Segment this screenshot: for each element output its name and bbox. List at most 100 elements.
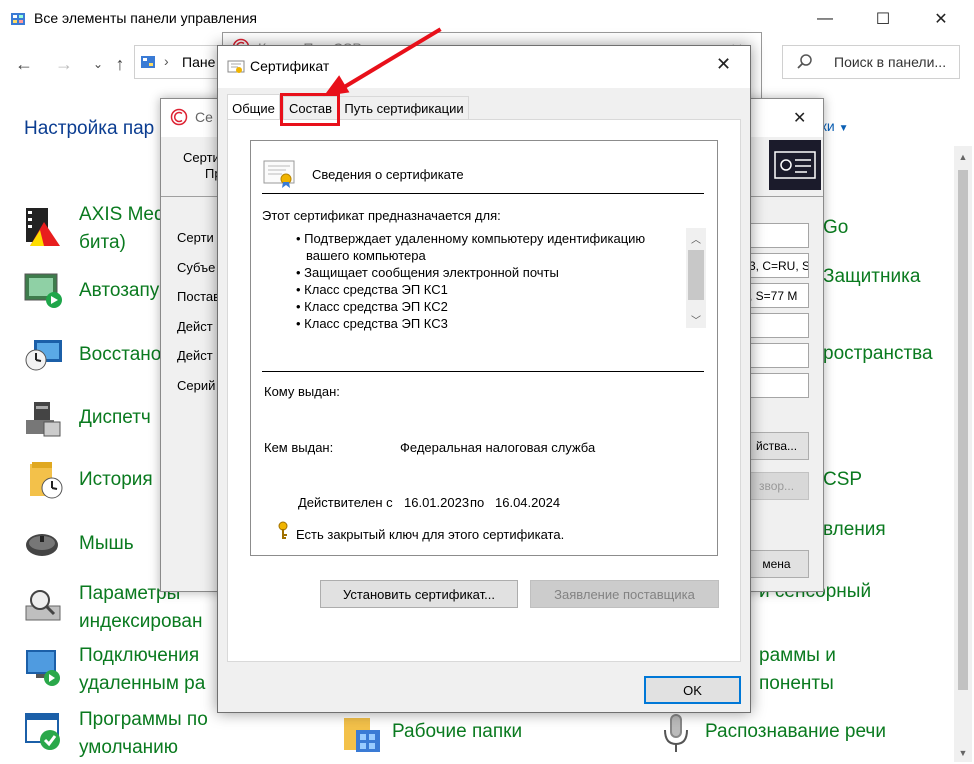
mid-window-title: Се: [195, 109, 213, 125]
mid-close-icon[interactable]: ✕: [793, 108, 806, 128]
cp-item-recovery[interactable]: Восстано: [79, 341, 161, 369]
cp-item-right-3[interactable]: ространства: [823, 340, 933, 368]
remote-connection-icon: [22, 648, 64, 690]
scroll-up-icon[interactable]: ︿: [686, 229, 706, 247]
axis-media-icon: [22, 206, 64, 248]
maximize-icon[interactable]: ☐: [860, 0, 906, 38]
dialog-close-icon[interactable]: ✕: [716, 54, 731, 75]
scroll-down-icon[interactable]: ﹀: [686, 310, 706, 328]
control-panel-icon: [10, 11, 26, 27]
address-text[interactable]: Пане: [182, 54, 215, 70]
cp-item-speech-recognition[interactable]: Распознавание речи: [705, 718, 886, 746]
cp-window-title: Все элементы панели управления: [34, 10, 257, 26]
mid-field-valid-from[interactable]: [744, 313, 809, 338]
properties-button[interactable]: йства...: [744, 432, 809, 460]
cp-item-axis-media[interactable]: AXIS Med бита): [79, 201, 165, 257]
purpose-item: вашего компьютера: [306, 248, 426, 263]
minimize-icon[interactable]: —: [802, 0, 848, 38]
purpose-intro: Этот сертификат предназначается для:: [262, 208, 501, 223]
cp-item-label: История: [79, 469, 153, 490]
forward-arrow-icon[interactable]: →: [50, 50, 78, 78]
certificate-icon: [227, 58, 245, 76]
certificate-icon: [262, 157, 298, 189]
cp-item-mouse[interactable]: Мышь: [79, 530, 134, 558]
issued-by-label: Кем выдан:: [264, 440, 334, 455]
cp-item-label: Автозапу: [79, 280, 160, 301]
mid-label-cert: Серти: [177, 230, 214, 245]
valid-to-label: по: [470, 495, 485, 510]
cp-item-right-7[interactable]: раммы и: [759, 642, 836, 670]
purpose-item: • Класс средства ЭП КС1: [296, 282, 448, 297]
cp-item-autoplay[interactable]: Автозапу: [79, 277, 159, 305]
valid-from-label: Действителен с: [298, 495, 393, 510]
cp-item-label: Программы по: [79, 709, 208, 730]
cp-item-remote-connections[interactable]: Подключения удаленным ра: [79, 642, 205, 698]
cp-item-label-2: индексирован: [79, 611, 203, 632]
mid-field-serial[interactable]: [744, 373, 809, 398]
cp-item-work-folders[interactable]: Рабочие папки: [392, 718, 522, 746]
install-certificate-button[interactable]: Установить сертификат...: [320, 580, 518, 608]
tab-certification-path[interactable]: Путь сертификации: [339, 96, 469, 120]
info-header: Сведения о сертификате: [312, 167, 464, 182]
issued-by-value: Федеральная налоговая служба: [400, 440, 596, 455]
valid-from-value: 16.01.2023: [404, 495, 470, 510]
mid-header-line1: Серти: [183, 150, 220, 165]
issuer-statement-button[interactable]: Заявление поставщика: [530, 580, 719, 608]
cp-item-right-4[interactable]: CSP: [823, 466, 862, 494]
scroll-up-icon[interactable]: ▲: [954, 148, 972, 166]
certificate-banner-icon: [769, 140, 821, 190]
purpose-item: • Класс средства ЭП КС3: [296, 316, 448, 331]
kriptopro-logo-icon: [170, 108, 188, 126]
work-folders-icon: [342, 712, 384, 754]
cp-item-right-1[interactable]: Go: [823, 214, 848, 242]
cp-item-label: Распознавание речи: [705, 721, 886, 742]
search-icon: [796, 53, 814, 71]
cp-item-file-history[interactable]: История: [79, 466, 153, 494]
cp-item-label: Подключения: [79, 645, 200, 666]
mid-field-valid-to[interactable]: [744, 343, 809, 368]
valid-to-value: 16.04.2024: [495, 495, 561, 510]
cp-item-right-5[interactable]: вления: [823, 516, 886, 544]
autoplay-icon: [22, 270, 64, 312]
chevron-right-icon: ›: [164, 53, 169, 69]
mid-label-valid-from: Дейст: [177, 319, 213, 334]
cp-item-label-2: умолчанию: [79, 737, 178, 758]
close-icon[interactable]: ✕: [918, 0, 964, 38]
cp-item-right-8[interactable]: поненты: [759, 670, 834, 698]
up-arrow-icon[interactable]: ↑: [106, 50, 134, 78]
chevron-down-icon: ▼: [838, 123, 849, 134]
control-panel-icon: [140, 54, 156, 70]
speech-recognition-icon: [656, 712, 698, 754]
cp-item-label: Мышь: [79, 533, 134, 554]
cp-item-label-2: бита): [79, 232, 126, 253]
divider: [262, 193, 704, 194]
mid-field-cert[interactable]: [744, 223, 809, 248]
cp-item-label: Диспетч: [79, 407, 151, 428]
file-history-icon: [22, 460, 64, 502]
cp-item-default-programs[interactable]: Программы по умолчанию: [79, 706, 208, 762]
dialog-title: Сертификат: [250, 58, 330, 74]
indexing-icon: [22, 586, 64, 628]
default-programs-icon: [22, 712, 64, 754]
mid-label-issuer: Постав: [177, 289, 221, 304]
scroll-down-icon[interactable]: ▼: [954, 744, 972, 762]
mid-label-valid-to: Дейст: [177, 348, 213, 363]
page-title: Настройка пар: [24, 118, 155, 139]
ok-button[interactable]: OK: [644, 676, 741, 704]
cp-item-label: Рабочие папки: [392, 721, 523, 742]
scrollbar-thumb[interactable]: [958, 170, 968, 690]
cancel-button[interactable]: мена: [744, 550, 809, 578]
cp-item-label: Восстано: [79, 344, 162, 365]
mid-field-issuer[interactable]: , S=77 M: [744, 283, 809, 308]
mouse-icon: [22, 524, 64, 566]
cp-item-label-2: удаленным ра: [79, 673, 206, 694]
cp-item-right-2[interactable]: Защитника: [823, 263, 920, 291]
recovery-icon: [22, 334, 64, 376]
cp-item-device-manager[interactable]: Диспетч: [79, 404, 151, 432]
back-arrow-icon[interactable]: ←: [10, 50, 38, 78]
device-manager-icon: [22, 398, 64, 440]
tab-general[interactable]: Общие: [227, 94, 280, 121]
mid-field-subject[interactable]: 3, C=RU, S: [744, 253, 809, 278]
browse-button[interactable]: звор...: [744, 472, 809, 500]
purpose-scrollbar-thumb[interactable]: [688, 250, 704, 300]
